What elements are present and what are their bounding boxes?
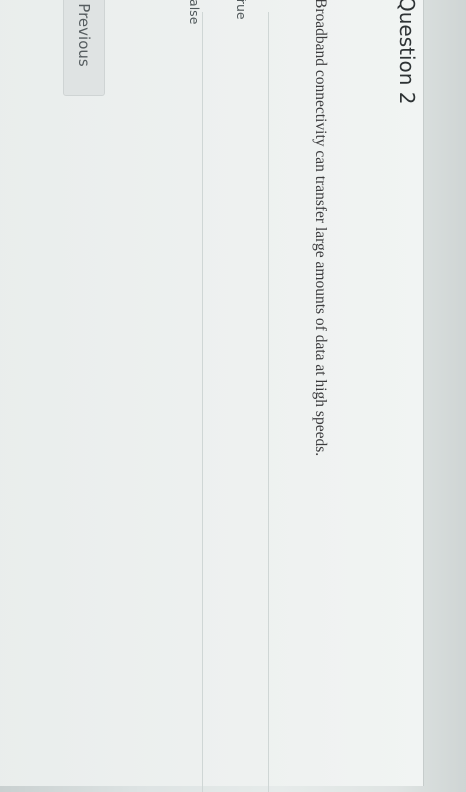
question-divider <box>268 12 269 792</box>
option-divider <box>202 12 203 792</box>
question-card: Question 2 Broadband connectivity can tr… <box>0 0 424 792</box>
previous-button[interactable]: Previous <box>63 0 105 96</box>
option-false-label: False <box>187 0 202 25</box>
quiz-view: Question 2 Broadband connectivity can tr… <box>0 0 466 792</box>
question-title: Question 2 <box>395 0 419 105</box>
option-true-label: True <box>234 0 249 20</box>
option-true[interactable]: True <box>234 0 249 20</box>
question-text: Broadband connectivity can transfer larg… <box>312 0 329 457</box>
option-false[interactable]: False <box>187 0 202 24</box>
